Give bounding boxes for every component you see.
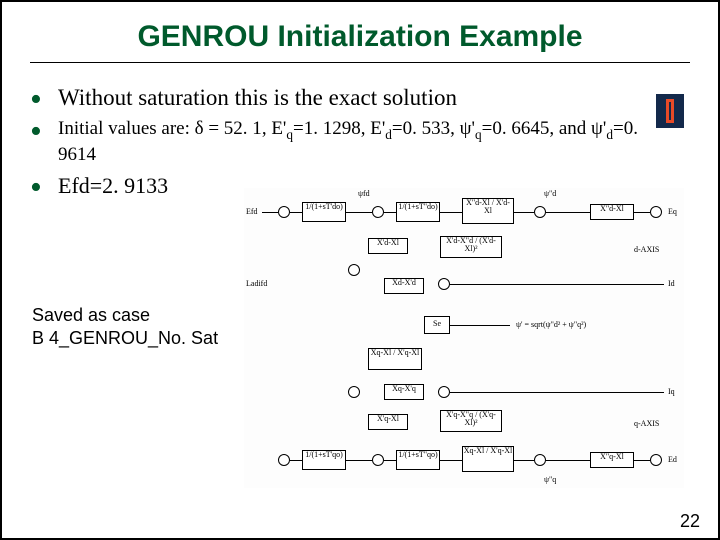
bullet-2-ed-val: =0. 533, ψ' bbox=[392, 118, 475, 139]
diagram-box-xpq-xl: X'q-Xl bbox=[368, 414, 408, 430]
diagram-box-xpq-xppq: X'q-X"q / (X'q-Xl)² bbox=[440, 410, 502, 432]
bullet-2-sep: , bbox=[262, 118, 272, 139]
bullet-list: Without saturation this is the exact sol… bbox=[30, 85, 690, 199]
diagram-sum-4 bbox=[650, 206, 662, 218]
diagram-label-psiq: ψ"q bbox=[544, 476, 556, 484]
diagram-sum-1 bbox=[278, 206, 290, 218]
save-caption: Saved as case B 4_GENROU_No. Sat bbox=[32, 304, 218, 349]
diagram-box-xpd-xl: X'd-Xl bbox=[368, 238, 408, 254]
diagram-box-xpd-xppd: X'd-X"d / (X'd-Xl)² bbox=[440, 236, 502, 258]
bullet-2-sub-q1: q bbox=[286, 127, 293, 142]
bullet-2-sub-d1: d bbox=[385, 127, 392, 142]
bullet-2-eq-val: =1. 1298, E' bbox=[293, 118, 385, 139]
save-caption-line2: B 4_GENROU_No. Sat bbox=[32, 327, 218, 350]
bullet-1: Without saturation this is the exact sol… bbox=[30, 85, 690, 111]
diagram-label-ladifd: Ladifd bbox=[246, 280, 267, 288]
diagram-box-xqqratio: Xq-Xl / X'q-Xl bbox=[462, 446, 514, 472]
diagram-label-efd: Efd bbox=[246, 208, 258, 216]
diagram-label-psid: ψ"d bbox=[544, 190, 556, 198]
title-rule bbox=[30, 62, 690, 63]
block-diagram: Efd 1/(1+sT'do) ψfd 1/(1+sT"do) X"d-Xl /… bbox=[244, 188, 684, 488]
diagram-box-tpqo: 1/(1+sT'qo) bbox=[302, 450, 346, 470]
diagram-label-ed: Ed bbox=[668, 456, 677, 464]
diagram-label-iq: Iq bbox=[668, 388, 675, 396]
diagram-box-xd-xpd: Xd-X'd bbox=[384, 278, 424, 294]
diagram-box-tppdo: 1/(1+sT"do) bbox=[396, 202, 440, 222]
diagram-box-xppq-xl: X"q-Xl bbox=[590, 452, 634, 468]
diagram-sum-3 bbox=[534, 206, 546, 218]
diagram-label-eq: Eq bbox=[668, 208, 677, 216]
diagram-sum-5 bbox=[348, 264, 360, 276]
save-caption-line1: Saved as case bbox=[32, 304, 218, 327]
page-number: 22 bbox=[680, 511, 700, 532]
bullet-2-psiq-val: =0. 6645, and ψ' bbox=[482, 118, 607, 139]
slide: GENROU Initialization Example Without sa… bbox=[0, 0, 720, 540]
diagram-box-xq-xl-ratio: Xq-Xl / X'q-Xl bbox=[368, 348, 422, 370]
bullet-2-sub-q2: q bbox=[475, 127, 482, 142]
diagram-label-daxis: d-AXIS bbox=[634, 246, 659, 254]
diagram-box-tpdo: 1/(1+sT'do) bbox=[302, 202, 346, 222]
diagram-sum-9 bbox=[278, 454, 290, 466]
bullet-2-text-a: Initial values are: δ = 52. 1 bbox=[58, 118, 262, 139]
slide-title: GENROU Initialization Example bbox=[30, 20, 690, 54]
diagram-sum-12 bbox=[650, 454, 662, 466]
diagram-sum-6 bbox=[438, 278, 450, 290]
diagram-box-se: Se bbox=[424, 316, 450, 334]
diagram-label-id: Id bbox=[668, 280, 675, 288]
diagram-sum-2 bbox=[372, 206, 384, 218]
bullet-2: Initial values are: δ = 52. 1, E'q=1. 12… bbox=[30, 117, 670, 167]
diagram-sum-11 bbox=[534, 454, 546, 466]
diagram-sum-10 bbox=[372, 454, 384, 466]
diagram-sum-7 bbox=[348, 386, 360, 398]
diagram-label-psifd: ψfd bbox=[358, 190, 370, 198]
diagram-sum-8 bbox=[438, 386, 450, 398]
diagram-box-xppd-xl: X"d-Xl bbox=[590, 204, 634, 220]
diagram-box-xddratio: X"d-Xl / X'd-Xl bbox=[462, 198, 514, 224]
bullet-2-sub-d2: d bbox=[606, 127, 613, 142]
diagram-label-psiprime: ψ' = sqrt(ψ"d² + ψ"q²) bbox=[516, 321, 586, 329]
bullet-2-eq-label: E' bbox=[271, 118, 286, 139]
diagram-label-qaxis: q-AXIS bbox=[634, 420, 659, 428]
diagram-box-tppqo: 1/(1+sT"qo) bbox=[396, 450, 440, 470]
diagram-box-xq-xpq: Xq-X'q bbox=[384, 384, 424, 400]
